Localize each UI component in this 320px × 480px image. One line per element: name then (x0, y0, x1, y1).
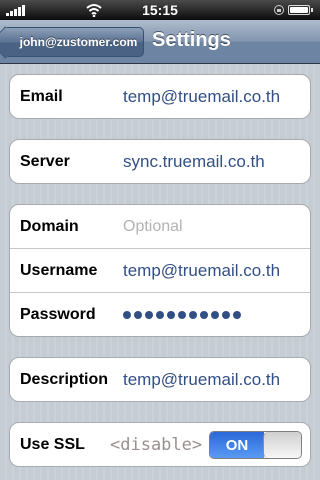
password-label: Password (20, 306, 96, 323)
server-field[interactable]: sync.truemail.co.th (123, 152, 265, 172)
email-label: Email (20, 88, 63, 105)
domain-field[interactable]: Optional (123, 218, 183, 236)
password-row[interactable]: Password (10, 293, 310, 336)
rotation-lock-icon (274, 5, 284, 15)
password-field[interactable] (123, 311, 241, 319)
domain-label: Domain (20, 217, 79, 235)
email-row[interactable]: Email temp@truemail.co.th (10, 75, 310, 118)
password-mask-dot (134, 311, 142, 319)
server-group: Server sync.truemail.co.th (9, 139, 311, 184)
description-row[interactable]: Description temp@truemail.co.th (10, 358, 310, 401)
password-mask-dot (123, 311, 131, 319)
username-row[interactable]: Username temp@truemail.co.th (10, 249, 310, 293)
password-mask-dot (145, 311, 153, 319)
ssl-toggle[interactable]: ON (209, 431, 302, 459)
description-field[interactable]: temp@truemail.co.th (123, 370, 280, 390)
navigation-bar: john@zustomer.com Settings (0, 20, 320, 64)
email-group: Email temp@truemail.co.th (9, 74, 311, 119)
status-bar: 15:15 (0, 0, 320, 20)
password-mask-dot (189, 311, 197, 319)
password-mask-dot (211, 311, 219, 319)
password-mask-dot (200, 311, 208, 319)
password-mask-dot (222, 311, 230, 319)
status-clock: 15:15 (142, 2, 178, 18)
ssl-toggle-knob[interactable] (263, 432, 301, 458)
ssl-disable-note: <disable> (110, 435, 203, 455)
description-group: Description temp@truemail.co.th (9, 357, 311, 402)
ssl-group: Use SSL <disable> ON (9, 422, 311, 467)
email-field[interactable]: temp@truemail.co.th (123, 87, 280, 107)
ssl-toggle-on-label: ON (210, 432, 264, 458)
ssl-label: Use SSL (20, 436, 85, 453)
password-mask-dot (156, 311, 164, 319)
password-mask-dot (167, 311, 175, 319)
server-row[interactable]: Server sync.truemail.co.th (10, 140, 310, 183)
description-label: Description (20, 371, 109, 388)
page-title: Settings (152, 29, 231, 51)
battery-icon (288, 5, 313, 15)
domain-row[interactable]: Domain Optional (10, 205, 310, 249)
username-label: Username (20, 261, 98, 279)
credentials-group: Domain Optional Username temp@truemail.c… (9, 204, 311, 337)
password-mask-dot (233, 311, 241, 319)
username-field[interactable]: temp@truemail.co.th (123, 261, 280, 281)
ssl-row: Use SSL <disable> ON (10, 423, 310, 466)
back-button[interactable]: john@zustomer.com (4, 27, 144, 57)
password-mask-dot (178, 311, 186, 319)
back-button-label: john@zustomer.com (19, 35, 138, 49)
server-label: Server (20, 153, 70, 170)
